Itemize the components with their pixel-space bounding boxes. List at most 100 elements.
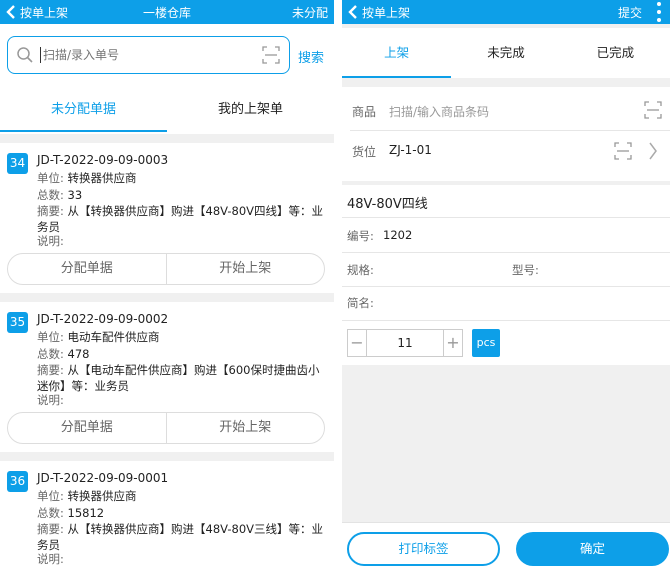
unit-label: 单位: [37,489,64,503]
list-item[interactable]: 36 JD-T-2022-09-09-0001 单位: 转换器供应商 总数: 1… [0,461,334,584]
spec-label: 规格: [347,263,374,277]
short-name-label: 简名: [347,296,374,310]
memo-line: 摘要: 从【转换器供应商】购进【48V-80V三线】等：业务员 [37,521,323,553]
unit-label: 单位: [37,171,64,185]
doc-number: JD-T-2022-09-09-0002 [37,312,169,326]
code-value: 1202 [383,228,413,242]
total-value: 33 [67,188,83,202]
back-label: 按单上架 [362,5,411,20]
scan-icon[interactable] [262,46,280,64]
divider [342,320,670,321]
divider [342,217,670,218]
decrement-button[interactable]: − [348,330,366,356]
start-shelving-button[interactable]: 开始上架 [165,413,325,443]
total-label: 总数: [37,506,64,520]
index-badge: 34 [7,153,28,174]
order-number-input[interactable] [43,48,243,62]
divider [342,286,670,287]
memo-line: 摘要: 从【转换器供应商】购进【48V-80V四线】等：业务员 [37,203,323,235]
bottom-action-bar: 打印标签 确定 [342,522,670,584]
item-detail: 48V-80V四线 编号: 1202 规格: 型号: 简名: − 11 + pc… [342,185,670,365]
memo-label: 摘要: [37,522,64,536]
list-item[interactable]: 34 JD-T-2022-09-09-0003 单位: 转换器供应商 总数: 3… [0,143,334,293]
card-actions: 分配单据 开始上架 [7,253,325,285]
memo-value: 从【转换器供应商】购进【48V-80V三线】等：业务员 [37,522,324,552]
print-label-button[interactable]: 打印标签 [347,532,500,566]
total-line: 总数: 33 [37,187,82,203]
model-label: 型号: [512,263,539,277]
search-button[interactable]: 搜索 [298,47,324,66]
code-label: 编号: [347,229,374,243]
unit-value: 转换器供应商 [67,171,137,185]
list-tabs: 未分配单据 我的上架单 [0,86,334,134]
total-value: 478 [67,347,90,361]
memo-label: 摘要: [37,204,64,218]
assign-order-button[interactable]: 分配单据 [8,254,166,284]
shelving-detail-screen: 按单上架 提交 上架 未完成 已完成 商品 扫描/输入商品条码 货位 ZJ-1-… [342,0,670,584]
memo-value: 从【转换器供应商】购进【48V-80V四线】等：业务员 [37,204,324,234]
top-bar: 按单上架 一楼仓库 未分配 [0,0,334,24]
list-item[interactable]: 35 JD-T-2022-09-09-0002 单位: 电动车配件供应商 总数:… [0,302,334,452]
index-badge: 35 [7,312,28,333]
back-button[interactable]: 按单上架 [342,4,410,21]
unit-label: 单位: [37,330,64,344]
note-line: 说明: [37,233,64,249]
total-value: 15812 [67,506,105,520]
unit-value: 转换器供应商 [67,489,137,503]
card-actions: 分配单据 开始上架 [7,412,325,444]
start-shelving-button[interactable]: 开始上架 [165,254,325,284]
more-menu-icon[interactable] [656,0,662,24]
chevron-left-icon [348,5,357,19]
chevron-right-icon[interactable] [648,142,658,160]
memo-line: 摘要: 从【电动车配件供应商】购进【600保时捷曲齿小迷你】等：业务员 [37,362,323,394]
product-label: 商品 [352,105,377,119]
divider [342,252,670,253]
note-line: 说明: [37,551,64,567]
search-row [0,24,334,86]
note-label: 说明: [37,234,64,248]
tab-incomplete[interactable]: 未完成 [451,28,560,78]
panel-divider [334,0,342,584]
back-button[interactable]: 按单上架 [0,4,68,21]
quantity-input[interactable]: 11 [366,330,444,356]
index-badge: 36 [7,471,28,492]
total-line: 总数: 15812 [37,505,104,521]
unassigned-filter-button[interactable]: 未分配 [292,4,328,21]
tab-unassigned[interactable]: 未分配单据 [0,86,167,134]
memo-label: 摘要: [37,363,64,377]
total-line: 总数: 478 [37,346,89,362]
increment-button[interactable]: + [444,330,462,356]
scan-icon[interactable] [644,101,662,119]
tab-shelving[interactable]: 上架 [342,28,452,78]
search-box[interactable] [7,36,290,74]
chevron-left-icon [6,5,15,19]
back-label: 按单上架 [20,5,69,20]
tab-completed[interactable]: 已完成 [561,28,670,78]
order-list-screen: 按单上架 一楼仓库 未分配 搜索 未分配单据 我的上架单 34 JD-T-202… [0,0,334,584]
doc-number: JD-T-2022-09-09-0001 [37,471,169,485]
confirm-button[interactable]: 确定 [516,532,669,566]
scan-form: 商品 扫描/输入商品条码 货位 ZJ-1-01 [342,87,670,181]
divider [350,130,670,131]
assign-order-button[interactable]: 分配单据 [8,413,166,443]
unit-line: 单位: 转换器供应商 [37,170,137,186]
total-label: 总数: [37,347,64,361]
unit-line: 单位: 转换器供应商 [37,488,137,504]
tab-my-orders[interactable]: 我的上架单 [167,86,334,134]
status-tabs: 上架 未完成 已完成 [342,28,670,78]
product-barcode-input[interactable]: 扫描/输入商品条码 [389,103,489,120]
scan-icon[interactable] [614,142,632,160]
location-value[interactable]: ZJ-1-01 [389,143,432,157]
text-caret [40,47,41,63]
submit-button[interactable]: 提交 [618,4,642,21]
location-label: 货位 [352,145,377,159]
note-label: 说明: [37,393,64,407]
note-label: 说明: [37,552,64,566]
top-bar: 按单上架 提交 [342,0,670,24]
total-label: 总数: [37,188,64,202]
unit-button[interactable]: pcs [472,329,500,357]
search-icon [17,47,33,63]
note-line: 说明: [37,392,64,408]
unit-value: 电动车配件供应商 [67,330,160,344]
doc-number: JD-T-2022-09-09-0003 [37,153,169,167]
